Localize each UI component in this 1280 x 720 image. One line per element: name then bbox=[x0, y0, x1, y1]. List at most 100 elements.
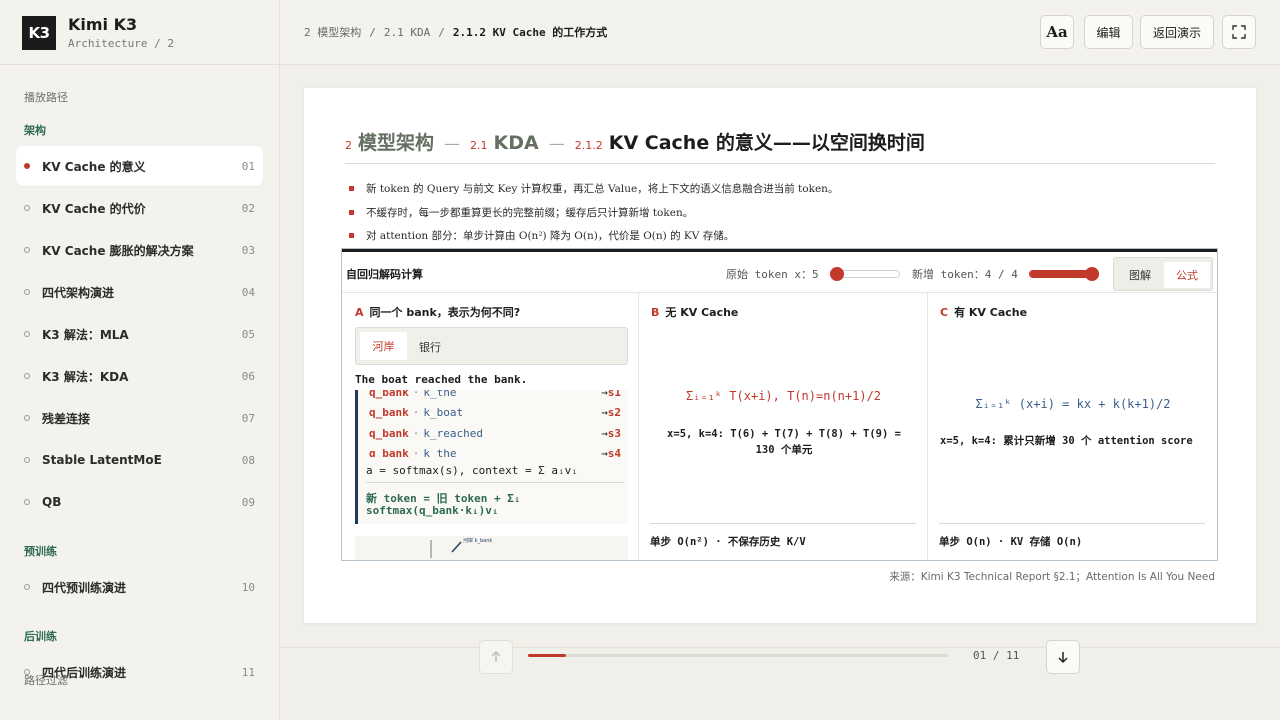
sidebar-item-residual[interactable]: 残差连接 07 bbox=[16, 398, 263, 438]
top-bar: 2 模型架构 / 2.1 KDA / 2.1.2 KV Cache 的工作方式 … bbox=[281, 0, 1280, 65]
key-label: k_boat bbox=[423, 406, 464, 419]
sidebar-item-number: 05 bbox=[241, 327, 255, 341]
sidebar-item-label: 四代架构演进 bbox=[42, 285, 115, 300]
decode-panel: 自回归解码计算 原始 token x：5 新增 token：4 / 4 图解 公… bbox=[341, 248, 1218, 561]
sidebar-item-latentmoe[interactable]: Stable LatentMoE 08 bbox=[16, 440, 263, 480]
sidebar-item-mla[interactable]: K3 解法：MLA 05 bbox=[16, 314, 263, 354]
arrow-glyph: → bbox=[601, 427, 608, 440]
score-arrow: →s3 bbox=[601, 427, 621, 440]
fullscreen-icon bbox=[1232, 25, 1246, 39]
path-label: 播放路径 bbox=[24, 91, 68, 104]
arrow-glyph: → bbox=[601, 447, 608, 457]
key-label: k_the bbox=[423, 447, 457, 457]
sidebar-item-number: 11 bbox=[241, 665, 255, 679]
fullscreen-button[interactable] bbox=[1222, 15, 1256, 49]
sidebar-item-kv-cache-cost[interactable]: KV Cache 的代价 02 bbox=[16, 188, 263, 228]
bullet-text: 新 token 的 Query 与前文 Key 计算权重，再汇总 Value，将… bbox=[366, 183, 839, 195]
slide-title: 2 模型架构 — 2.1 KDA — 2.1.2 KV Cache 的意义——以… bbox=[345, 128, 925, 155]
page-counter: 01 / 11 bbox=[973, 649, 1020, 662]
edit-button[interactable]: 编辑 bbox=[1084, 15, 1133, 49]
calc-line: 130 个单元 bbox=[755, 444, 813, 456]
query-label: q_bank bbox=[369, 427, 409, 440]
score-arrow: →s2 bbox=[601, 406, 621, 419]
sidebar: K3 Kimi K3 Architecture / 2 播放路径 架构 KV C… bbox=[0, 0, 280, 720]
sidebar-item-number: 07 bbox=[241, 411, 255, 425]
back-to-presentation-button[interactable]: 返回演示 bbox=[1140, 15, 1214, 49]
arrow-down-icon bbox=[1058, 652, 1068, 664]
sidebar-item-number: 10 bbox=[241, 580, 255, 594]
no-cache-formula: Σᵢ₌₁ᵏ T(x+i), T(n)=n(n+1)/2 bbox=[685, 389, 882, 403]
sidebar-item-qb[interactable]: QB 09 bbox=[16, 482, 263, 522]
column-title: B 无 KV Cache bbox=[651, 304, 738, 320]
breadcrumb: 2 模型架构 / 2.1 KDA / 2.1.2 KV Cache 的工作方式 bbox=[304, 24, 607, 40]
tab-bank[interactable]: 银行 bbox=[419, 339, 441, 355]
panel-header: 自回归解码计算 原始 token x：5 新增 token：4 / 4 图解 公… bbox=[342, 249, 1217, 293]
score-arrow: →s4 bbox=[601, 447, 621, 457]
thumbnail-label: 河岸 k_bank bbox=[463, 537, 492, 544]
column-title-text: 无 KV Cache bbox=[665, 306, 739, 319]
brand-subtitle: Architecture / 2 bbox=[68, 37, 174, 50]
toggle-diagram[interactable]: 图解 bbox=[1120, 262, 1160, 288]
slider-original-tokens[interactable] bbox=[830, 267, 900, 281]
path-filter-label[interactable]: 路径过滤 bbox=[24, 672, 68, 688]
title-separator: — bbox=[548, 134, 565, 153]
sidebar-item-label: KV Cache 膨胀的解决方案 bbox=[42, 243, 194, 258]
dot-operator: · bbox=[412, 427, 420, 440]
meaning-tabs: 河岸 银行 bbox=[355, 327, 628, 365]
score-label: s4 bbox=[607, 447, 621, 457]
bullet-text: 对 attention 部分：单步计算由 O(n²) 降为 O(n)，代价是 O… bbox=[366, 230, 735, 242]
section-label-architecture: 架构 bbox=[24, 124, 46, 137]
bullet-dot-icon bbox=[24, 247, 30, 253]
column-a: A 同一个 bank，表示为何不同? 河岸 银行 The boat reached… bbox=[342, 293, 639, 560]
bullet-dot-icon bbox=[24, 373, 30, 379]
sidebar-item-number: 04 bbox=[241, 285, 255, 299]
query-label: q_bank bbox=[369, 447, 409, 457]
sidebar-item-kv-cache-solutions[interactable]: KV Cache 膨胀的解决方案 03 bbox=[16, 230, 263, 270]
breadcrumb-item[interactable]: 2.1 KDA bbox=[384, 26, 430, 39]
dot-operator: · bbox=[412, 406, 420, 419]
sidebar-item-four-gen-arch[interactable]: 四代架构演进 04 bbox=[16, 272, 263, 312]
title-subsection: KDA bbox=[493, 132, 539, 154]
example-sentence: The boat reached the bank. bbox=[355, 373, 528, 386]
column-title-text: 有 KV Cache bbox=[954, 306, 1028, 319]
bullet-dot-icon bbox=[24, 331, 30, 337]
slider-handle[interactable] bbox=[1085, 267, 1099, 281]
sidebar-item-number: 06 bbox=[241, 369, 255, 383]
bottom-bar: 01 / 11 bbox=[281, 640, 1280, 720]
bullet-dot-icon bbox=[24, 415, 30, 421]
tab-riverbank[interactable]: 河岸 bbox=[360, 332, 407, 360]
slider-handle[interactable] bbox=[830, 267, 844, 281]
score-row: q_bank · k_the →s1 bbox=[369, 390, 628, 399]
sidebar-item-number: 02 bbox=[241, 201, 255, 215]
sidebar-item-kv-cache-meaning[interactable]: KV Cache 的意义 01 bbox=[16, 146, 263, 186]
section-label-pretraining: 预训练 bbox=[24, 545, 57, 558]
breadcrumb-item[interactable]: 2 模型架构 bbox=[304, 24, 361, 40]
column-letter: C bbox=[940, 306, 949, 319]
calc-line: x=5, k=4: T(6) + T(7) + T(8) + T(9) = bbox=[667, 428, 901, 440]
sidebar-item-label: QB bbox=[42, 495, 62, 509]
bullet-square-icon bbox=[349, 210, 354, 215]
font-size-button[interactable]: Aa bbox=[1040, 15, 1074, 49]
previous-slide-button[interactable] bbox=[479, 640, 513, 674]
cache-calculation: x=5, k=4: 累计只新增 30 个 attention score bbox=[940, 435, 1193, 447]
column-title: C 有 KV Cache bbox=[940, 304, 1027, 320]
bullet-item: 不缓存时，每一步都重算更长的完整前缀；缓存后只计算新增 token。 bbox=[349, 205, 693, 220]
title-section: 模型架构 bbox=[358, 132, 435, 154]
sidebar-item-pretraining-evolution[interactable]: 四代预训练演进 10 bbox=[16, 567, 263, 607]
toggle-formula[interactable]: 公式 bbox=[1164, 262, 1210, 288]
sidebar-item-label: KV Cache 的意义 bbox=[42, 159, 146, 174]
attention-code-block: q_bank · k_the →s1 q_bank · k_boat →s2 q_ban… bbox=[355, 390, 628, 524]
brand: K3 Kimi K3 Architecture / 2 bbox=[0, 0, 279, 65]
title-subsection-number: 2.1 bbox=[470, 139, 488, 152]
sidebar-item-kda[interactable]: K3 解法：KDA 06 bbox=[16, 356, 263, 396]
slider-new-tokens[interactable] bbox=[1029, 267, 1099, 281]
sidebar-item-label: K3 解法：KDA bbox=[42, 369, 129, 384]
sidebar-item-number: 09 bbox=[241, 495, 255, 509]
sidebar-item-label: 四代预训练演进 bbox=[42, 580, 127, 595]
breadcrumb-current: 2.1.2 KV Cache 的工作方式 bbox=[452, 26, 608, 39]
column-letter: B bbox=[651, 306, 660, 319]
sidebar-item-number: 08 bbox=[241, 453, 255, 467]
score-row: q_bank · k_reached →s3 bbox=[369, 427, 628, 440]
next-slide-button[interactable] bbox=[1046, 640, 1080, 674]
slider-new-label: 新增 token：4 / 4 bbox=[912, 268, 1018, 281]
